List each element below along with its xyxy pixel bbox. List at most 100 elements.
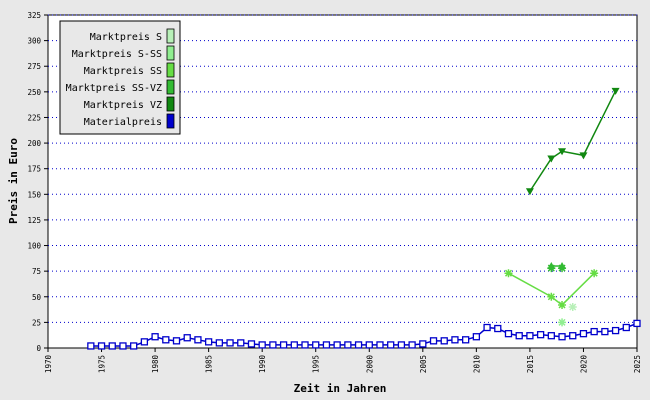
data-point <box>269 341 277 349</box>
legend: Marktpreis S Marktpreis S-SS Marktpreis SS… <box>59 20 181 135</box>
data-point <box>130 342 138 350</box>
data-point <box>344 341 352 349</box>
y-tick-label: 150 <box>27 190 41 199</box>
x-tick-label: 2020 <box>579 355 588 374</box>
legend-swatch <box>166 79 175 95</box>
data-point <box>140 338 149 346</box>
data-point <box>601 327 609 336</box>
x-tick-label: 2000 <box>365 355 374 374</box>
y-tick-label: 0 <box>36 344 41 353</box>
x-tick-label: 1985 <box>205 355 214 373</box>
data-point <box>247 340 256 348</box>
data-point <box>87 342 95 350</box>
data-point <box>568 303 577 312</box>
y-axis-title: Preis in Euro <box>7 138 20 224</box>
series-marktpreis-s-ss <box>558 318 567 327</box>
data-point <box>633 319 641 328</box>
data-point <box>579 330 588 338</box>
data-point <box>504 269 513 278</box>
data-point <box>611 326 620 335</box>
data-point <box>279 341 288 349</box>
x-tick-label: 2015 <box>526 355 535 373</box>
data-point <box>590 327 598 336</box>
data-point <box>569 332 577 340</box>
y-tick-label: 25 <box>32 318 41 327</box>
data-point <box>215 339 223 347</box>
data-point <box>290 341 298 349</box>
data-point <box>462 336 470 344</box>
data-point <box>419 340 427 348</box>
y-tick-label: 50 <box>32 293 42 302</box>
data-point <box>204 338 213 346</box>
data-point <box>151 333 159 341</box>
legend-label: Marktpreis S-SS <box>72 49 162 60</box>
legend-swatch <box>166 45 175 61</box>
legend-label: Marktpreis VZ <box>84 100 162 111</box>
data-point <box>108 342 116 350</box>
data-point <box>558 264 567 273</box>
data-point <box>451 336 459 344</box>
data-point <box>97 342 106 350</box>
data-point <box>408 341 416 349</box>
data-point <box>494 324 502 333</box>
data-point <box>429 337 438 345</box>
data-point <box>237 339 245 347</box>
data-point <box>226 339 234 347</box>
legend-swatch <box>166 96 175 112</box>
y-tick-label: 200 <box>27 139 41 148</box>
data-point <box>333 341 341 349</box>
x-tick-label: 2005 <box>419 355 428 373</box>
data-point <box>558 333 566 341</box>
x-axis-title: Zeit in Jahren <box>294 382 387 395</box>
legend-label: Marktpreis SS <box>84 66 162 77</box>
x-tick-label: 1970 <box>44 355 53 374</box>
legend-swatch <box>166 28 175 44</box>
x-tick-label: 1975 <box>98 355 107 373</box>
y-tick-label: 100 <box>27 242 41 251</box>
legend-label: Marktpreis SS-VZ <box>66 83 162 94</box>
y-tick-label: 75 <box>32 267 41 276</box>
data-point <box>558 300 567 309</box>
data-point <box>547 264 556 273</box>
y-tick-label: 325 <box>27 11 41 20</box>
y-tick-label: 300 <box>27 37 41 46</box>
x-tick-label: 1990 <box>258 355 267 374</box>
data-point <box>547 332 555 340</box>
legend-label: Marktpreis S <box>90 32 162 43</box>
data-point <box>162 336 170 344</box>
data-point <box>119 342 127 350</box>
legend-swatch <box>166 62 175 78</box>
data-point <box>483 323 491 332</box>
data-point <box>354 341 363 349</box>
x-tick-label: 2010 <box>472 355 481 374</box>
data-point <box>301 341 309 349</box>
data-point <box>622 323 630 332</box>
data-point <box>312 341 320 349</box>
price-chart: 0 25 50 75 100 125 150 175 200 225 250 275 300 325 19… <box>0 0 650 400</box>
data-point <box>322 341 331 349</box>
data-point <box>590 269 599 278</box>
y-tick-label: 250 <box>27 88 41 97</box>
data-point <box>258 341 266 349</box>
y-tick-label: 225 <box>27 113 41 122</box>
legend-swatch <box>166 113 175 129</box>
data-point <box>472 333 481 341</box>
data-point <box>515 332 523 340</box>
data-point <box>547 292 556 301</box>
y-tick-label: 175 <box>27 165 41 174</box>
data-point <box>504 330 513 338</box>
data-point <box>365 341 373 349</box>
data-point <box>376 341 384 349</box>
data-point <box>387 341 395 349</box>
legend-label: Materialpreis <box>84 117 162 128</box>
data-point <box>172 337 181 345</box>
y-tick-label: 275 <box>27 62 41 71</box>
y-tick-label: 125 <box>27 216 41 225</box>
data-point <box>536 331 545 339</box>
x-tick-label: 1995 <box>312 355 321 373</box>
data-point <box>440 337 448 345</box>
data-point <box>558 318 567 327</box>
data-point <box>183 334 191 342</box>
x-tick-label: 2025 <box>633 355 642 373</box>
data-point <box>194 336 202 344</box>
